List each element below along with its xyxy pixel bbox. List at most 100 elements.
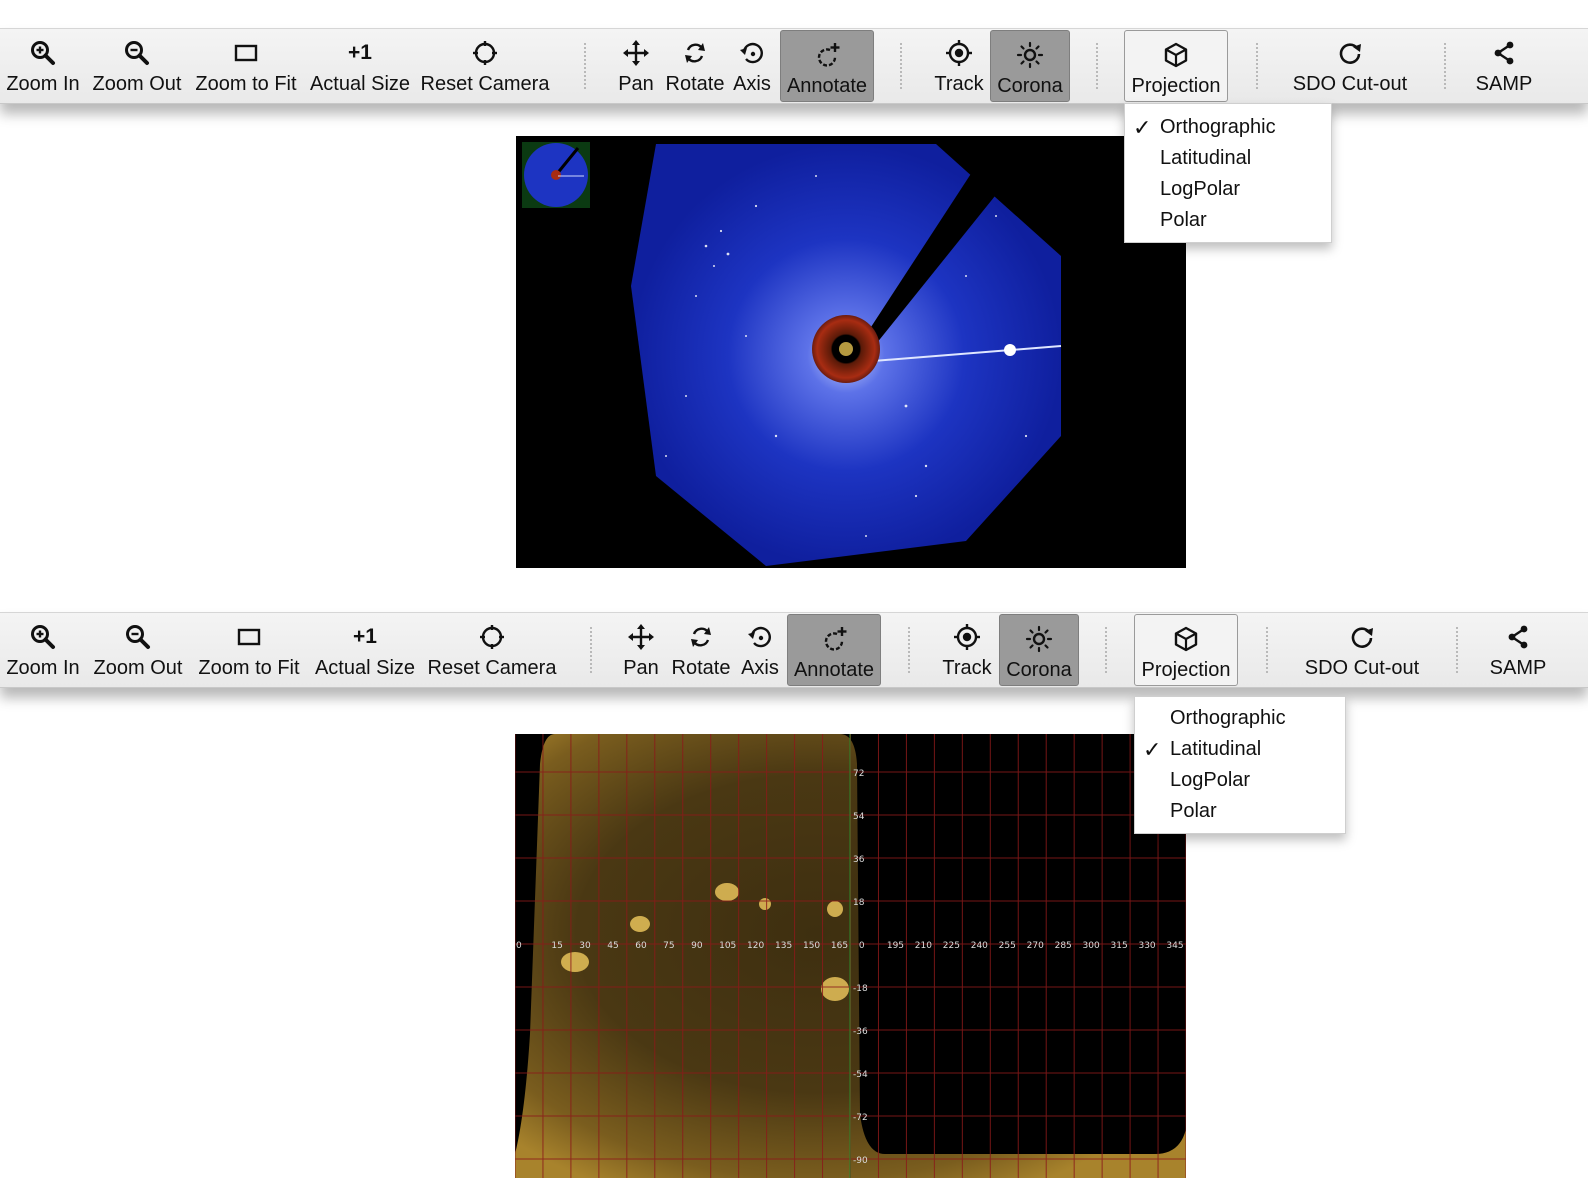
rectangle-icon (237, 628, 261, 646)
longitude-label: 195 (887, 941, 904, 951)
longitude-label: 285 (1055, 941, 1072, 951)
longitude-label: 255 (999, 941, 1016, 951)
projection-option-logpolar[interactable]: LogPolar (1125, 174, 1331, 205)
latitude-label: -54 (853, 1070, 868, 1080)
track-button[interactable]: Track (928, 29, 990, 101)
viewer-panel-latitudinal: Zoom In Zoom Out Zoom to Fit +1 Actual S… (0, 592, 1588, 1188)
latitude-label: -36 (853, 1027, 868, 1037)
zoom-out-icon (126, 625, 150, 649)
projection-option-polar[interactable]: Polar (1125, 205, 1331, 236)
track-label: Track (942, 657, 992, 679)
projection-button[interactable]: Projection (1124, 30, 1228, 102)
reset-camera-button[interactable]: Reset Camera (424, 613, 560, 685)
projection-option-latitudinal[interactable]: ✓ Latitudinal (1135, 734, 1345, 765)
option-label: Latitudinal (1160, 147, 1252, 169)
longitude-label: 225 (943, 941, 960, 951)
plus-one-icon: +1 (353, 625, 377, 648)
axis-button[interactable]: Axis (736, 613, 784, 685)
toolbar-separator (1256, 43, 1258, 89)
coronagraph-image-view[interactable] (516, 136, 1186, 568)
check-mark-icon: ✓ (1143, 737, 1162, 762)
corona-label: Corona (1006, 659, 1072, 681)
option-label: LogPolar (1160, 178, 1241, 200)
sdo-cutout-button[interactable]: SDO Cut-out (1294, 613, 1430, 685)
pan-button[interactable]: Pan (610, 29, 662, 101)
longitude-label: 330 (1138, 941, 1155, 951)
longitude-label: 165 (831, 941, 848, 951)
zoom-out-button[interactable]: Zoom Out (88, 29, 186, 101)
sdo-cutout-label: SDO Cut-out (1304, 657, 1420, 679)
option-label: Latitudinal (1170, 738, 1262, 760)
actual-size-button[interactable]: +1 Actual Size (306, 29, 414, 101)
corona-button[interactable]: Corona (990, 30, 1070, 102)
projection-option-polar[interactable]: Polar (1135, 796, 1345, 827)
latitudinal-map-view[interactable]: 0 15 30 45 60 75 90 105 120 135 150 165 0 195 210 225 24… (515, 734, 1186, 1178)
crosshair-icon (473, 41, 497, 65)
annotate-label: Annotate (786, 75, 868, 97)
projection-option-latitudinal[interactable]: Latitudinal (1125, 143, 1331, 174)
samp-button[interactable]: SAMP (1480, 613, 1556, 685)
latitude-label: 18 (853, 898, 865, 908)
sun-icon (1016, 41, 1044, 69)
refresh-circle-icon (1351, 627, 1373, 648)
pan-label: Pan (618, 73, 654, 95)
overview-thumbnail[interactable] (522, 142, 590, 208)
reset-camera-button[interactable]: Reset Camera (418, 29, 552, 101)
zoom-to-fit-button[interactable]: Zoom to Fit (193, 613, 305, 685)
annotate-icon (824, 627, 847, 651)
sdo-cutout-label: SDO Cut-out (1292, 73, 1408, 95)
longitude-label: 75 (663, 941, 674, 951)
actual-size-label: Actual Size (309, 73, 411, 95)
projection-label: Projection (1131, 75, 1221, 97)
corona-button[interactable]: Corona (999, 614, 1079, 686)
axis-button[interactable]: Axis (728, 29, 776, 101)
projection-option-logpolar[interactable]: LogPolar (1135, 765, 1345, 796)
thumbnail-image (524, 143, 588, 207)
annotate-icon (817, 43, 840, 67)
latitudinal-map-image: 0 15 30 45 60 75 90 105 120 135 150 165 0 195 210 225 24… (515, 734, 1186, 1178)
latitude-label: -72 (853, 1113, 868, 1123)
projection-option-orthographic[interactable]: ✓ Orthographic (1125, 112, 1331, 143)
option-label: Orthographic (1160, 116, 1276, 138)
target-icon (954, 624, 980, 650)
longitude-label: 0 (516, 941, 522, 951)
toolbar-separator (900, 43, 902, 89)
samp-button[interactable]: SAMP (1466, 29, 1542, 101)
track-button[interactable]: Track (936, 613, 998, 685)
rotate-button[interactable]: Rotate (668, 613, 734, 685)
zoom-to-fit-button[interactable]: Zoom to Fit (190, 29, 302, 101)
toolbar-separator (908, 627, 910, 673)
latitude-label: -90 (853, 1156, 868, 1166)
target-icon (946, 40, 972, 66)
projection-option-orthographic[interactable]: Orthographic (1135, 703, 1345, 734)
annotate-button[interactable]: Annotate (787, 614, 881, 686)
option-label: LogPolar (1170, 769, 1251, 791)
track-label: Track (934, 73, 984, 95)
axis-label: Axis (741, 657, 779, 679)
projection-button[interactable]: Projection (1134, 614, 1238, 686)
longitude-label: 45 (607, 941, 618, 951)
crosshair-icon (480, 625, 504, 649)
sdo-cutout-button[interactable]: SDO Cut-out (1282, 29, 1418, 101)
rotate-button[interactable]: Rotate (662, 29, 728, 101)
zoom-in-button[interactable]: Zoom In (2, 613, 84, 685)
zoom-in-button[interactable]: Zoom In (2, 29, 84, 101)
samp-label: SAMP (1489, 657, 1547, 679)
projection-label: Projection (1141, 659, 1231, 681)
plus-one-icon: +1 (348, 41, 372, 64)
axis-label: Axis (733, 73, 771, 95)
annotate-button[interactable]: Annotate (780, 30, 874, 102)
move-arrows-icon (623, 40, 649, 66)
longitude-label: 135 (775, 941, 792, 951)
projection-menu: ✓ Orthographic Latitudinal LogPolar Pola… (1124, 103, 1332, 243)
longitude-label: 0 (859, 941, 865, 951)
actual-size-button[interactable]: +1 Actual Size (310, 613, 420, 685)
reset-camera-label: Reset Camera (427, 657, 557, 679)
longitude-label: 15 (551, 941, 562, 951)
toolbar-separator (1266, 627, 1268, 673)
zoom-in-icon (31, 625, 55, 649)
rotate-icon (691, 627, 711, 647)
zoom-out-button[interactable]: Zoom Out (89, 613, 187, 685)
pan-button[interactable]: Pan (615, 613, 667, 685)
zoom-in-label: Zoom In (6, 657, 80, 679)
